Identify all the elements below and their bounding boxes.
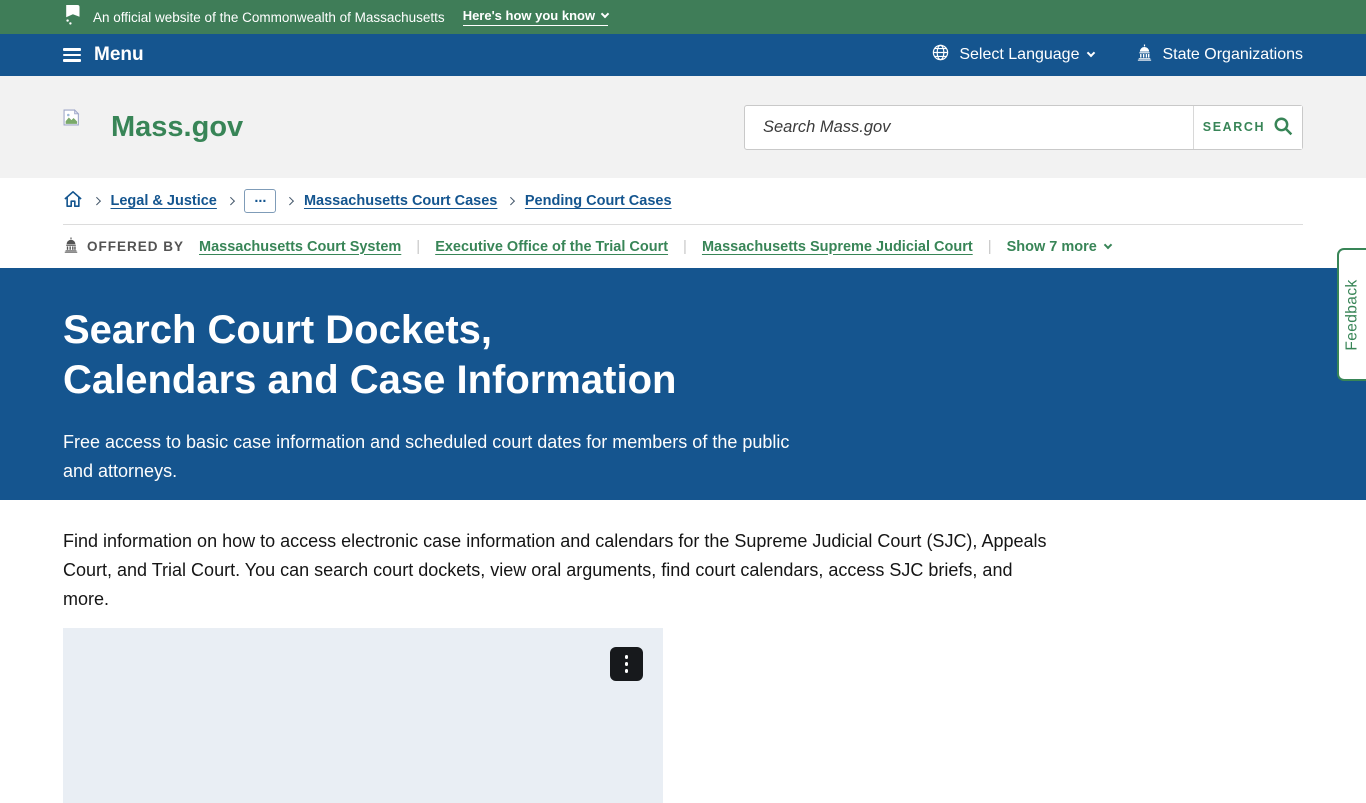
show-more-button[interactable]: Show 7 more [1007, 239, 1111, 255]
org-link-exec-office-trial-court[interactable]: Executive Office of the Trial Court [435, 239, 668, 255]
massgov-logo-link[interactable]: Mass.gov [63, 111, 243, 144]
offered-by-label-group: OFFERED BY [63, 237, 184, 256]
org-link-ma-supreme-judicial-court[interactable]: Massachusetts Supreme Judicial Court [702, 239, 973, 255]
feedback-tab-label: Feedback [1344, 279, 1362, 350]
intro-paragraph: Find information on how to access electr… [63, 527, 1048, 614]
page-title-line-1: Search Court Dockets, [63, 305, 1303, 355]
breadcrumb-link-legal-justice[interactable]: Legal & Justice [111, 193, 217, 209]
official-banner: An official website of the Commonwealth … [0, 0, 1366, 34]
breadcrumb-ellipsis-button[interactable]: ... [244, 189, 276, 213]
chevron-down-icon [601, 9, 609, 17]
select-language-button[interactable]: Select Language [931, 43, 1094, 67]
breadcrumb-link-ma-court-cases[interactable]: Massachusetts Court Cases [304, 193, 497, 209]
heres-how-you-know-label: Here's how you know [463, 8, 595, 23]
kebab-dot [625, 669, 629, 673]
site-header: Mass.gov SEARCH [0, 76, 1366, 178]
chevron-right-icon [286, 197, 294, 205]
state-organizations-label: State Organizations [1162, 46, 1303, 64]
search-input[interactable] [745, 106, 1193, 149]
page-title: Search Court Dockets, Calendars and Case… [63, 305, 1303, 405]
ma-flag-icon [63, 3, 83, 32]
massgov-logo-text: Mass.gov [111, 111, 243, 144]
site-search: SEARCH [744, 105, 1303, 150]
select-language-label: Select Language [959, 46, 1079, 64]
page-title-line-2: Calendars and Case Information [63, 355, 1303, 405]
top-navbar: Menu Select Language [0, 34, 1366, 76]
chevron-right-icon [227, 197, 235, 205]
chevron-right-icon [93, 197, 101, 205]
main-content: Find information on how to access electr… [0, 500, 1366, 803]
search-icon [1273, 116, 1293, 139]
kebab-dot [625, 662, 629, 666]
chevron-down-icon [1087, 49, 1095, 57]
globe-icon [931, 43, 950, 67]
official-banner-text: An official website of the Commonwealth … [93, 10, 445, 25]
chevron-right-icon [507, 197, 515, 205]
breadcrumb-section: Legal & Justice ... Massachusetts Court … [0, 178, 1366, 268]
offered-by-row: OFFERED BY Massachusetts Court System | … [63, 225, 1303, 268]
search-button[interactable]: SEARCH [1193, 106, 1302, 149]
search-button-label: SEARCH [1203, 120, 1265, 134]
offered-by-label: OFFERED BY [87, 239, 184, 254]
divider: | [988, 238, 992, 255]
state-organizations-button[interactable]: State Organizations [1136, 44, 1303, 66]
divider: | [683, 238, 687, 255]
kebab-dot [625, 655, 629, 659]
divider: | [416, 238, 420, 255]
page-subtitle: Free access to basic case information an… [63, 428, 803, 486]
feedback-tab-button[interactable]: Feedback [1337, 248, 1366, 381]
breadcrumb: Legal & Justice ... Massachusetts Court … [63, 178, 1303, 224]
org-link-ma-court-system[interactable]: Massachusetts Court System [199, 239, 401, 255]
show-more-label: Show 7 more [1007, 239, 1097, 255]
page-hero: Search Court Dockets, Calendars and Case… [0, 268, 1366, 500]
menu-button[interactable]: Menu [94, 44, 144, 66]
content-card [63, 628, 663, 803]
hamburger-menu-icon[interactable] [63, 48, 81, 61]
breadcrumb-link-pending-court-cases[interactable]: Pending Court Cases [525, 193, 672, 209]
broken-image-icon [63, 109, 81, 131]
state-house-icon [63, 237, 79, 256]
state-house-icon [1136, 44, 1153, 66]
home-icon[interactable] [63, 190, 83, 212]
chevron-down-icon [1104, 240, 1112, 248]
kebab-menu-button[interactable] [610, 647, 643, 681]
heres-how-you-know-button[interactable]: Here's how you know [463, 8, 608, 26]
